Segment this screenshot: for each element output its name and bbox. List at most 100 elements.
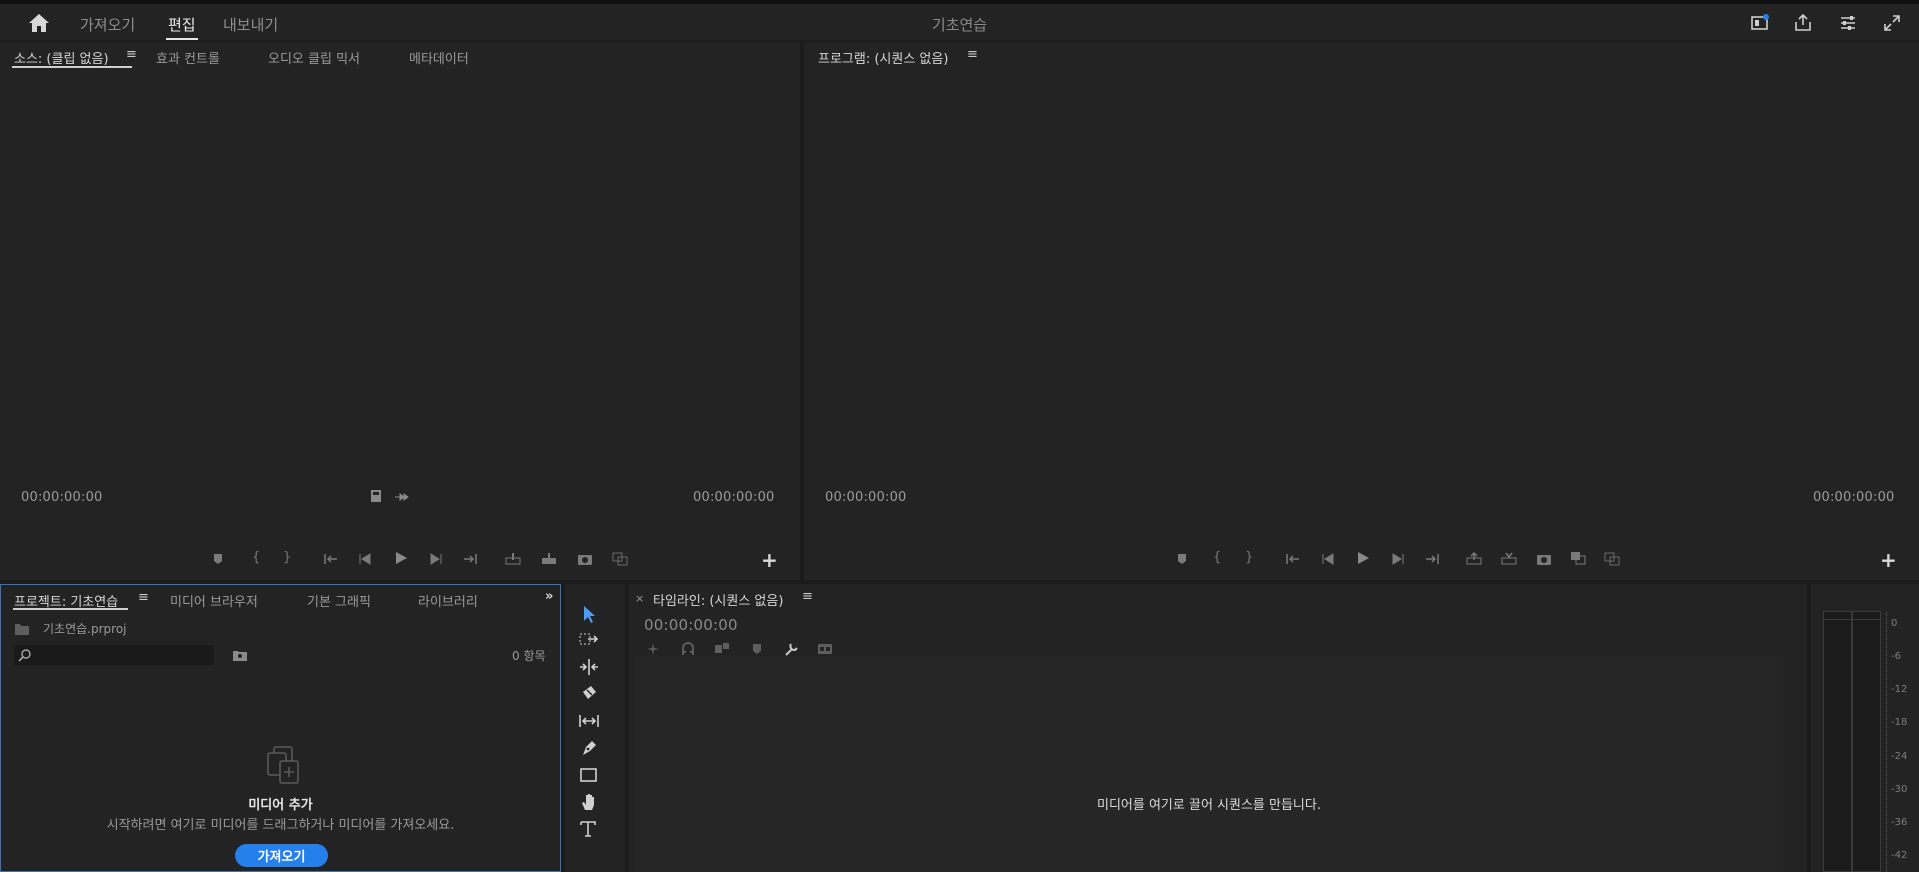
source-tab-underline — [12, 66, 132, 68]
peak-indicator-left — [1824, 612, 1851, 620]
ripple-edit-tool-icon[interactable] — [578, 657, 600, 677]
captions-icon[interactable] — [817, 642, 833, 656]
program-play-icon[interactable] — [1355, 551, 1371, 565]
share-icon[interactable] — [1793, 13, 1813, 33]
selection-tool-icon[interactable] — [578, 604, 600, 624]
extract-icon[interactable] — [1501, 552, 1517, 566]
tab-source[interactable]: 소스: (클립 없음) — [14, 48, 109, 67]
mark-in-icon[interactable]: { — [252, 550, 260, 565]
workspaces-icon[interactable] — [1750, 13, 1770, 33]
project-item-count: 0 항목 — [512, 649, 546, 663]
tab-timeline[interactable]: 타임라인: (시퀀스 없음) — [653, 590, 783, 609]
new-bin-from-search-icon[interactable] — [232, 649, 248, 662]
pen-tool-icon[interactable] — [578, 738, 600, 758]
project-search-input[interactable] — [14, 645, 214, 665]
tools-panel — [565, 584, 625, 872]
audio-meter-right-channel — [1852, 611, 1881, 872]
program-monitor-panel: 프로그램: (시퀀스 없음) ≡ 00:00:00:00 00:00:00:00… — [804, 42, 1919, 580]
source-timecode-in[interactable]: 00:00:00:00 — [21, 490, 103, 505]
program-export-frame-icon[interactable] — [1536, 552, 1552, 566]
timeline-settings-icon[interactable] — [783, 642, 799, 656]
workspace-bar: 가져오기 편집 내보내기 기초연습 — [0, 4, 1919, 40]
project-panel-menu-icon[interactable]: ≡ — [138, 590, 149, 605]
tab-metadata[interactable]: 메타데이터 — [409, 48, 469, 67]
tab-media-browser[interactable]: 미디어 브라우저 — [170, 591, 258, 610]
tab-program[interactable]: 프로그램: (시퀀스 없음) — [818, 48, 948, 67]
timeline-marker-icon[interactable] — [749, 642, 765, 656]
go-to-in-icon[interactable] — [323, 552, 339, 566]
meter-tick: -42 — [1891, 850, 1908, 861]
meter-tick: -6 — [1891, 651, 1901, 662]
program-timecode-in[interactable]: 00:00:00:00 — [825, 490, 907, 505]
audio-meter-left-channel — [1823, 611, 1852, 872]
hand-tool-icon[interactable] — [578, 792, 600, 812]
panels-icon[interactable] — [1838, 13, 1858, 33]
close-timeline-icon[interactable]: × — [635, 592, 644, 605]
program-step-back-icon[interactable] — [1320, 552, 1336, 566]
drop-frame-icon[interactable] — [369, 489, 385, 503]
program-mark-in-icon[interactable]: { — [1213, 550, 1221, 565]
program-timecode-out[interactable]: 00:00:00:00 — [1813, 490, 1895, 505]
linked-selection-icon[interactable] — [714, 642, 730, 656]
program-mark-out-icon[interactable]: } — [1245, 550, 1253, 565]
compare-view-icon[interactable] — [612, 552, 628, 566]
meter-tick: -30 — [1891, 784, 1908, 795]
meter-tick: -36 — [1891, 817, 1908, 828]
timeline-track-area[interactable]: 미디어를 여기로 끌어 시퀀스를 만듭니다. — [635, 656, 1783, 872]
step-forward-icon[interactable] — [428, 552, 444, 566]
razor-tool-icon[interactable] — [578, 684, 600, 704]
timeline-panel: × 타임라인: (시퀀스 없음) ≡ 00:00:00:00 미디어를 여기로 … — [629, 584, 1807, 872]
meter-scale-line — [1886, 612, 1887, 872]
bin-folder-icon — [15, 624, 29, 635]
playback-settings-icon[interactable] — [394, 490, 410, 504]
import-button[interactable]: 가져오기 — [235, 844, 328, 867]
lift-icon[interactable] — [1466, 552, 1482, 566]
timeline-panel-menu-icon[interactable]: ≡ — [802, 589, 813, 604]
source-panel-menu-icon[interactable]: ≡ — [126, 47, 137, 62]
tab-libraries[interactable]: 라이브러리 — [418, 591, 478, 610]
meter-tick: -12 — [1891, 684, 1908, 695]
overwrite-icon[interactable] — [541, 552, 557, 566]
timeline-drop-hint: 미디어를 여기로 끌어 시퀀스를 만듭니다. — [1097, 798, 1321, 813]
rectangle-tool-icon[interactable] — [578, 765, 600, 785]
timeline-timecode[interactable]: 00:00:00:00 — [644, 616, 738, 634]
meter-tick: -24 — [1891, 751, 1908, 762]
source-timecode-out[interactable]: 00:00:00:00 — [693, 490, 775, 505]
project-title: 기초연습 — [931, 16, 988, 34]
project-tab-underline — [13, 608, 128, 610]
project-file-name: 기초연습.prproj — [43, 622, 127, 636]
type-tool-icon[interactable] — [578, 819, 600, 839]
add-media-title: 미디어 추가 — [248, 798, 313, 813]
go-to-out-icon[interactable] — [462, 552, 478, 566]
slip-tool-icon[interactable] — [578, 711, 600, 731]
meter-tick: -18 — [1891, 717, 1908, 728]
insert-icon[interactable] — [505, 552, 521, 566]
nest-sequence-icon[interactable] — [645, 642, 661, 656]
source-monitor-panel: 소스: (클립 없음) ≡ 효과 컨트롤 오디오 클립 믹서 메타데이터 00:… — [0, 42, 800, 580]
comparison-view-icon[interactable] — [1570, 551, 1586, 565]
play-icon[interactable] — [393, 551, 409, 565]
tab-essential-graphics[interactable]: 기본 그래픽 — [307, 591, 371, 610]
more-panels-icon[interactable]: » — [545, 589, 553, 604]
export-frame-icon[interactable] — [577, 552, 593, 566]
program-go-to-out-icon[interactable] — [1424, 552, 1440, 566]
source-button-editor-icon[interactable]: + — [761, 550, 778, 570]
tab-audio-clip-mixer[interactable]: 오디오 클립 믹서 — [268, 48, 360, 67]
vr-view-icon[interactable] — [1604, 552, 1620, 566]
tab-effect-controls[interactable]: 효과 컨트롤 — [156, 48, 220, 67]
fullscreen-icon[interactable] — [1882, 13, 1902, 33]
program-add-marker-icon[interactable] — [1174, 552, 1190, 566]
program-step-forward-icon[interactable] — [1390, 552, 1406, 566]
track-select-tool-icon[interactable] — [578, 630, 600, 650]
add-marker-icon[interactable] — [210, 552, 226, 566]
snap-icon[interactable] — [680, 642, 696, 656]
step-back-icon[interactable] — [357, 552, 373, 566]
program-panel-menu-icon[interactable]: ≡ — [967, 47, 978, 62]
program-button-editor-icon[interactable]: + — [1880, 550, 1897, 570]
program-go-to-in-icon[interactable] — [1285, 552, 1301, 566]
search-icon — [18, 649, 31, 662]
peak-indicator-right — [1853, 612, 1880, 620]
audio-meter-panel: 0 -6 -12 -18 -24 -30 -36 -42 — [1811, 584, 1919, 872]
add-media-description: 시작하려면 여기로 미디어를 드래그하거나 미디어를 가져오세요. — [106, 818, 455, 833]
mark-out-icon[interactable]: } — [283, 550, 291, 565]
